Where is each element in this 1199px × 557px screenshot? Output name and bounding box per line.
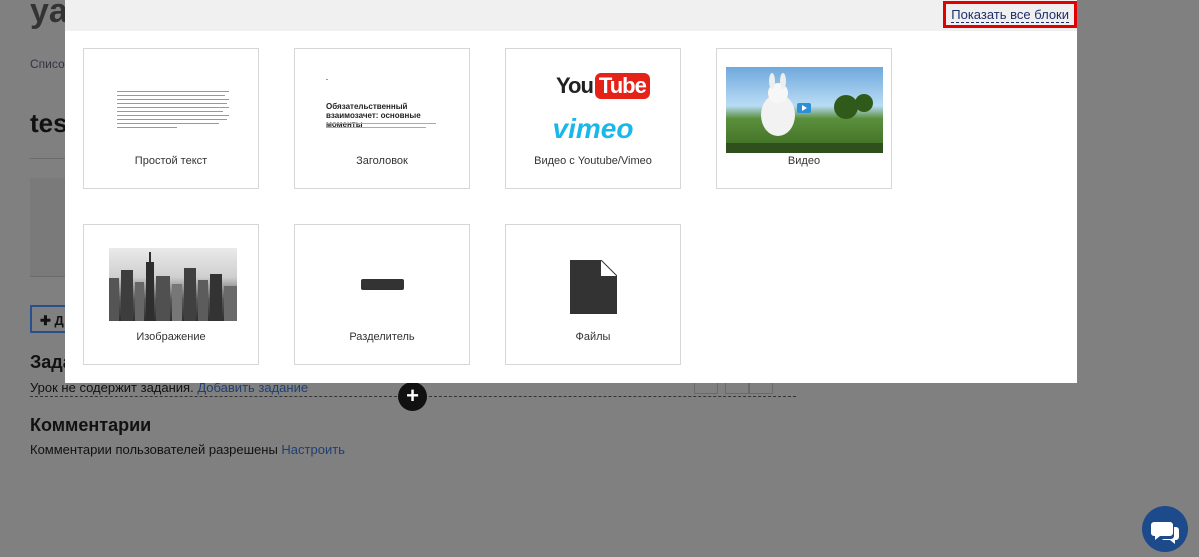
tile-label: Заголовок <box>356 155 408 167</box>
tile-youtube-vimeo[interactable]: You Tube vimeo Видео с Youtube/Vimeo <box>505 48 681 189</box>
chat-bubbles-icon <box>1151 522 1179 544</box>
add-block-plus-icon[interactable]: + <box>398 382 427 411</box>
tile-label: Изображение <box>136 331 206 343</box>
block-picker-modal: Показать все блоки Простой текст Обязате… <box>65 0 1077 383</box>
tile-label: Простой текст <box>134 155 208 167</box>
tile-video[interactable]: Видео <box>716 48 892 189</box>
comments-status: Комментарии пользователей разрешены <box>30 442 278 457</box>
show-all-blocks-link[interactable]: Показать все блоки <box>943 1 1077 28</box>
tile-image[interactable]: Изображение <box>83 224 259 365</box>
vimeo-logo-icon: vimeo <box>552 113 634 144</box>
tile-divider[interactable]: Разделитель <box>294 224 470 365</box>
video-scene-icon <box>726 73 883 153</box>
comments-heading: Комментарии <box>30 415 152 435</box>
video-thumbnail <box>726 67 883 153</box>
breadcrumb[interactable]: Списо <box>30 57 65 71</box>
skyline-icon <box>109 252 237 321</box>
divider-icon <box>361 279 404 290</box>
content-area <box>30 178 70 276</box>
tile-plain-text[interactable]: Простой текст <box>83 48 259 189</box>
show-all-blocks-label[interactable]: Показать все блоки <box>951 7 1069 23</box>
divider <box>30 276 70 277</box>
add-block-button[interactable]: ✚ Д <box>30 305 66 333</box>
page-title: tes <box>30 108 68 138</box>
tile-heading[interactable]: Обязательственный взаимозачет: основные … <box>294 48 470 189</box>
modal-header: Показать все блоки <box>65 0 1077 31</box>
tile-label: Видео <box>787 155 821 167</box>
chat-button[interactable] <box>1142 506 1188 552</box>
configure-comments-link[interactable]: Настроить <box>281 442 345 457</box>
tile-label: Разделитель <box>349 331 415 343</box>
app-title: ya <box>30 0 68 30</box>
tile-files[interactable]: Файлы <box>505 224 681 365</box>
comments-text: Комментарии пользователей разрешены Наст… <box>30 442 345 457</box>
tile-label: Видео с Youtube/Vimeo <box>534 155 652 167</box>
file-icon <box>570 260 617 314</box>
tile-label: Файлы <box>575 331 611 343</box>
heading-preview-title: Обязательственный взаимозачет: основные … <box>326 102 421 129</box>
youtube-logo-icon: You Tube <box>556 73 650 99</box>
divider <box>30 158 70 159</box>
city-image-thumbnail <box>109 248 237 321</box>
